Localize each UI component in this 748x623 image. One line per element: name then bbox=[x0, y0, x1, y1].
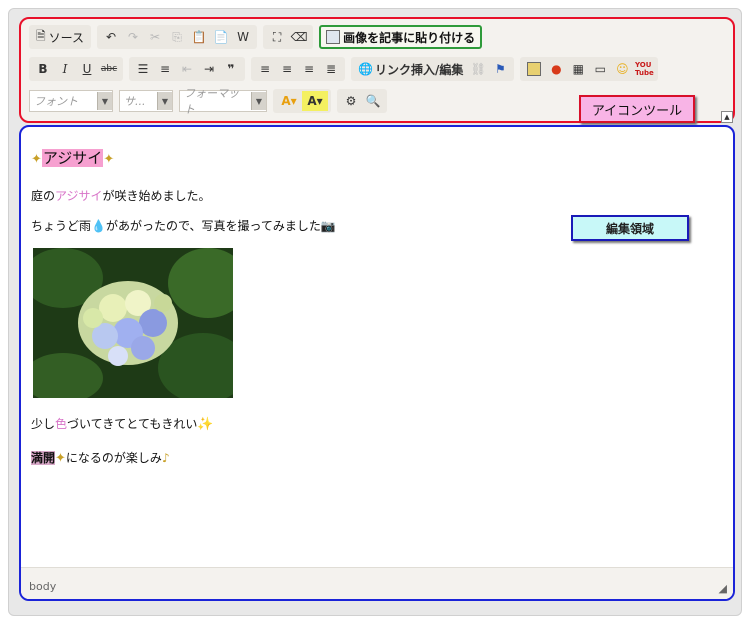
numbered-list-icon[interactable]: ☰ bbox=[132, 59, 154, 79]
paragraph-4: 満開✦になるのが楽しみ♪ bbox=[31, 449, 170, 466]
text-span: が咲き始めました。 bbox=[102, 189, 211, 203]
insert-image-icon[interactable] bbox=[523, 59, 545, 79]
pink-text: 色 bbox=[55, 417, 68, 431]
format-group: B I U abc bbox=[29, 57, 123, 81]
heading-text: アジサイ bbox=[41, 149, 104, 167]
paste-image-label: 画像を記事に貼り付ける bbox=[343, 30, 476, 45]
insert-group: ● ▦ ▭ ☺ YOU Tube bbox=[520, 57, 659, 81]
copy-icon[interactable]: ⎘ bbox=[166, 27, 188, 47]
link-group: 🌐 リンク挿入/編集 ⛓ ⚑ bbox=[351, 57, 515, 81]
paragraph-2: ちょうど雨💧があがったので、写真を撮ってみました📷 bbox=[31, 217, 336, 234]
twinkle-icon: ✨ bbox=[197, 417, 214, 432]
paragraph-3: 少し色づいてきてとてもきれい✨ bbox=[31, 415, 214, 432]
highlight-text: 満開 bbox=[31, 451, 56, 465]
text-span: になるのが楽しみ bbox=[65, 451, 162, 465]
font-select[interactable]: フォント ▼ bbox=[29, 90, 113, 112]
text-span: づいてきてとてもきれい bbox=[67, 417, 198, 431]
heading-line: ✦アジサイ✦ bbox=[31, 147, 114, 168]
format-placeholder: フォーマット bbox=[184, 87, 239, 116]
source-button[interactable]: 🗎 ソース bbox=[32, 27, 88, 47]
size-select[interactable]: サ... ▼ bbox=[119, 90, 173, 112]
youtube-icon[interactable]: YOU Tube bbox=[633, 59, 655, 79]
redo-icon[interactable]: ↷ bbox=[122, 27, 144, 47]
blockquote-icon[interactable]: ❞ bbox=[220, 59, 242, 79]
camera-icon: 📷 bbox=[320, 219, 336, 233]
undo-icon[interactable]: ↶ bbox=[100, 27, 122, 47]
horizontal-rule-icon[interactable]: ▭ bbox=[589, 59, 611, 79]
italic-icon[interactable]: I bbox=[54, 59, 76, 79]
cut-icon[interactable]: ✂ bbox=[144, 27, 166, 47]
outdent-icon[interactable]: ⇤ bbox=[176, 59, 198, 79]
icon-tool-callout: アイコンツール bbox=[579, 95, 695, 123]
indent-icon[interactable]: ⇥ bbox=[198, 59, 220, 79]
link-button[interactable]: 🌐 リンク挿入/編集 bbox=[354, 59, 467, 79]
edit-group: ↶ ↷ ✂ ⎘ 📋 📄 W bbox=[97, 25, 258, 49]
background-color-icon[interactable]: A▾ bbox=[302, 91, 328, 111]
edit-area[interactable]: ✦アジサイ✦ 庭のアジサイが咲き始めました。 ちょうど雨💧があがったので、写真を… bbox=[19, 125, 735, 601]
edit-area-callout: 編集領域 bbox=[571, 215, 689, 241]
align-left-icon[interactable]: ≡ bbox=[254, 59, 276, 79]
align-right-icon[interactable]: ≡ bbox=[298, 59, 320, 79]
paste-word-icon[interactable]: W bbox=[232, 27, 254, 47]
maximize-icon[interactable]: ⛶ bbox=[266, 27, 288, 47]
editor-frame: 🗎 ソース ↶ ↷ ✂ ⎘ 📋 📄 W ⛶ ⌫ 画像を記事に貼り付ける B I … bbox=[8, 8, 742, 616]
font-placeholder: フォント bbox=[34, 95, 78, 108]
chevron-down-icon: ▼ bbox=[251, 92, 266, 110]
document-icon: 🗎 bbox=[36, 28, 46, 43]
format-select[interactable]: フォーマット ▼ bbox=[179, 87, 267, 116]
globe-link-icon: 🌐 bbox=[358, 62, 373, 76]
toolbar-row-2: B I U abc ☰ ≡ ⇤ ⇥ ❞ ≡ ≡ ≡ ≣ 🌐 リンク挿入/編集 ⛓… bbox=[29, 57, 664, 81]
icon-toolbar: 🗎 ソース ↶ ↷ ✂ ⎘ 📋 📄 W ⛶ ⌫ 画像を記事に貼り付ける B I … bbox=[19, 17, 735, 123]
chevron-down-icon: ▼ bbox=[97, 92, 112, 110]
text-span: があがったので、写真を撮ってみました bbox=[105, 219, 321, 233]
collapse-toolbar-icon[interactable]: ▲ bbox=[721, 111, 733, 123]
show-blocks-icon[interactable]: ⚙ bbox=[340, 91, 362, 111]
text-span: 庭の bbox=[31, 189, 56, 203]
smiley-icon[interactable]: ☺ bbox=[611, 59, 633, 79]
align-group: ≡ ≡ ≡ ≣ bbox=[251, 57, 345, 81]
color-group: A▾ A▾ bbox=[273, 89, 331, 113]
pink-text: アジサイ bbox=[55, 189, 103, 203]
chevron-down-icon: ▼ bbox=[157, 92, 172, 110]
strikethrough-icon[interactable]: abc bbox=[98, 59, 120, 79]
toolbar-row-3: フォント ▼ サ... ▼ フォーマット ▼ A▾ A▾ ⚙ 🔍 bbox=[29, 87, 393, 116]
bulleted-list-icon[interactable]: ≡ bbox=[154, 59, 176, 79]
source-group: 🗎 ソース bbox=[29, 25, 92, 49]
table-icon[interactable]: ▦ bbox=[567, 59, 589, 79]
eraser-icon[interactable]: ⌫ bbox=[288, 27, 310, 47]
link-label: リンク挿入/編集 bbox=[374, 62, 464, 77]
anchor-flag-icon[interactable]: ⚑ bbox=[489, 59, 511, 79]
misc-group: ⚙ 🔍 bbox=[337, 89, 387, 113]
size-placeholder: サ... bbox=[124, 95, 146, 108]
element-path[interactable]: body bbox=[29, 580, 56, 593]
image-icon bbox=[326, 30, 341, 44]
raindrop-icon: 💧 bbox=[91, 219, 106, 233]
align-justify-icon[interactable]: ≣ bbox=[320, 59, 342, 79]
flash-icon[interactable]: ● bbox=[545, 59, 567, 79]
paragraph-1: 庭のアジサイが咲き始めました。 bbox=[31, 187, 211, 204]
tools-group: ⛶ ⌫ bbox=[263, 25, 314, 49]
paste-icon[interactable]: 📋 bbox=[188, 27, 210, 47]
paste-image-button[interactable]: 画像を記事に貼り付ける bbox=[319, 25, 483, 49]
unlink-icon[interactable]: ⛓ bbox=[467, 59, 489, 79]
align-center-icon[interactable]: ≡ bbox=[276, 59, 298, 79]
sparkle-icon: ✦ bbox=[103, 152, 115, 167]
preview-icon[interactable]: 🔍 bbox=[362, 91, 384, 111]
sparkle-icon: ✦ bbox=[55, 451, 66, 466]
source-label: ソース bbox=[48, 30, 85, 45]
status-bar: body ◢ bbox=[21, 567, 733, 599]
hydrangea-photo[interactable] bbox=[33, 248, 233, 398]
text-color-icon[interactable]: A▾ bbox=[276, 91, 302, 111]
toolbar-row-1: 🗎 ソース ↶ ↷ ✂ ⎘ 📋 📄 W ⛶ ⌫ 画像を記事に貼り付ける bbox=[29, 25, 483, 49]
list-group: ☰ ≡ ⇤ ⇥ ❞ bbox=[129, 57, 245, 81]
sparkle-icon: ✦ bbox=[31, 152, 42, 167]
text-span: ちょうど雨 bbox=[31, 219, 92, 233]
underline-icon[interactable]: U bbox=[76, 59, 98, 79]
text-span: 少し bbox=[31, 417, 56, 431]
paste-text-icon[interactable]: 📄 bbox=[210, 27, 232, 47]
resize-handle-icon[interactable]: ◢ bbox=[719, 582, 727, 595]
music-note-icon: ♪ bbox=[161, 451, 170, 465]
bold-icon[interactable]: B bbox=[32, 59, 54, 79]
